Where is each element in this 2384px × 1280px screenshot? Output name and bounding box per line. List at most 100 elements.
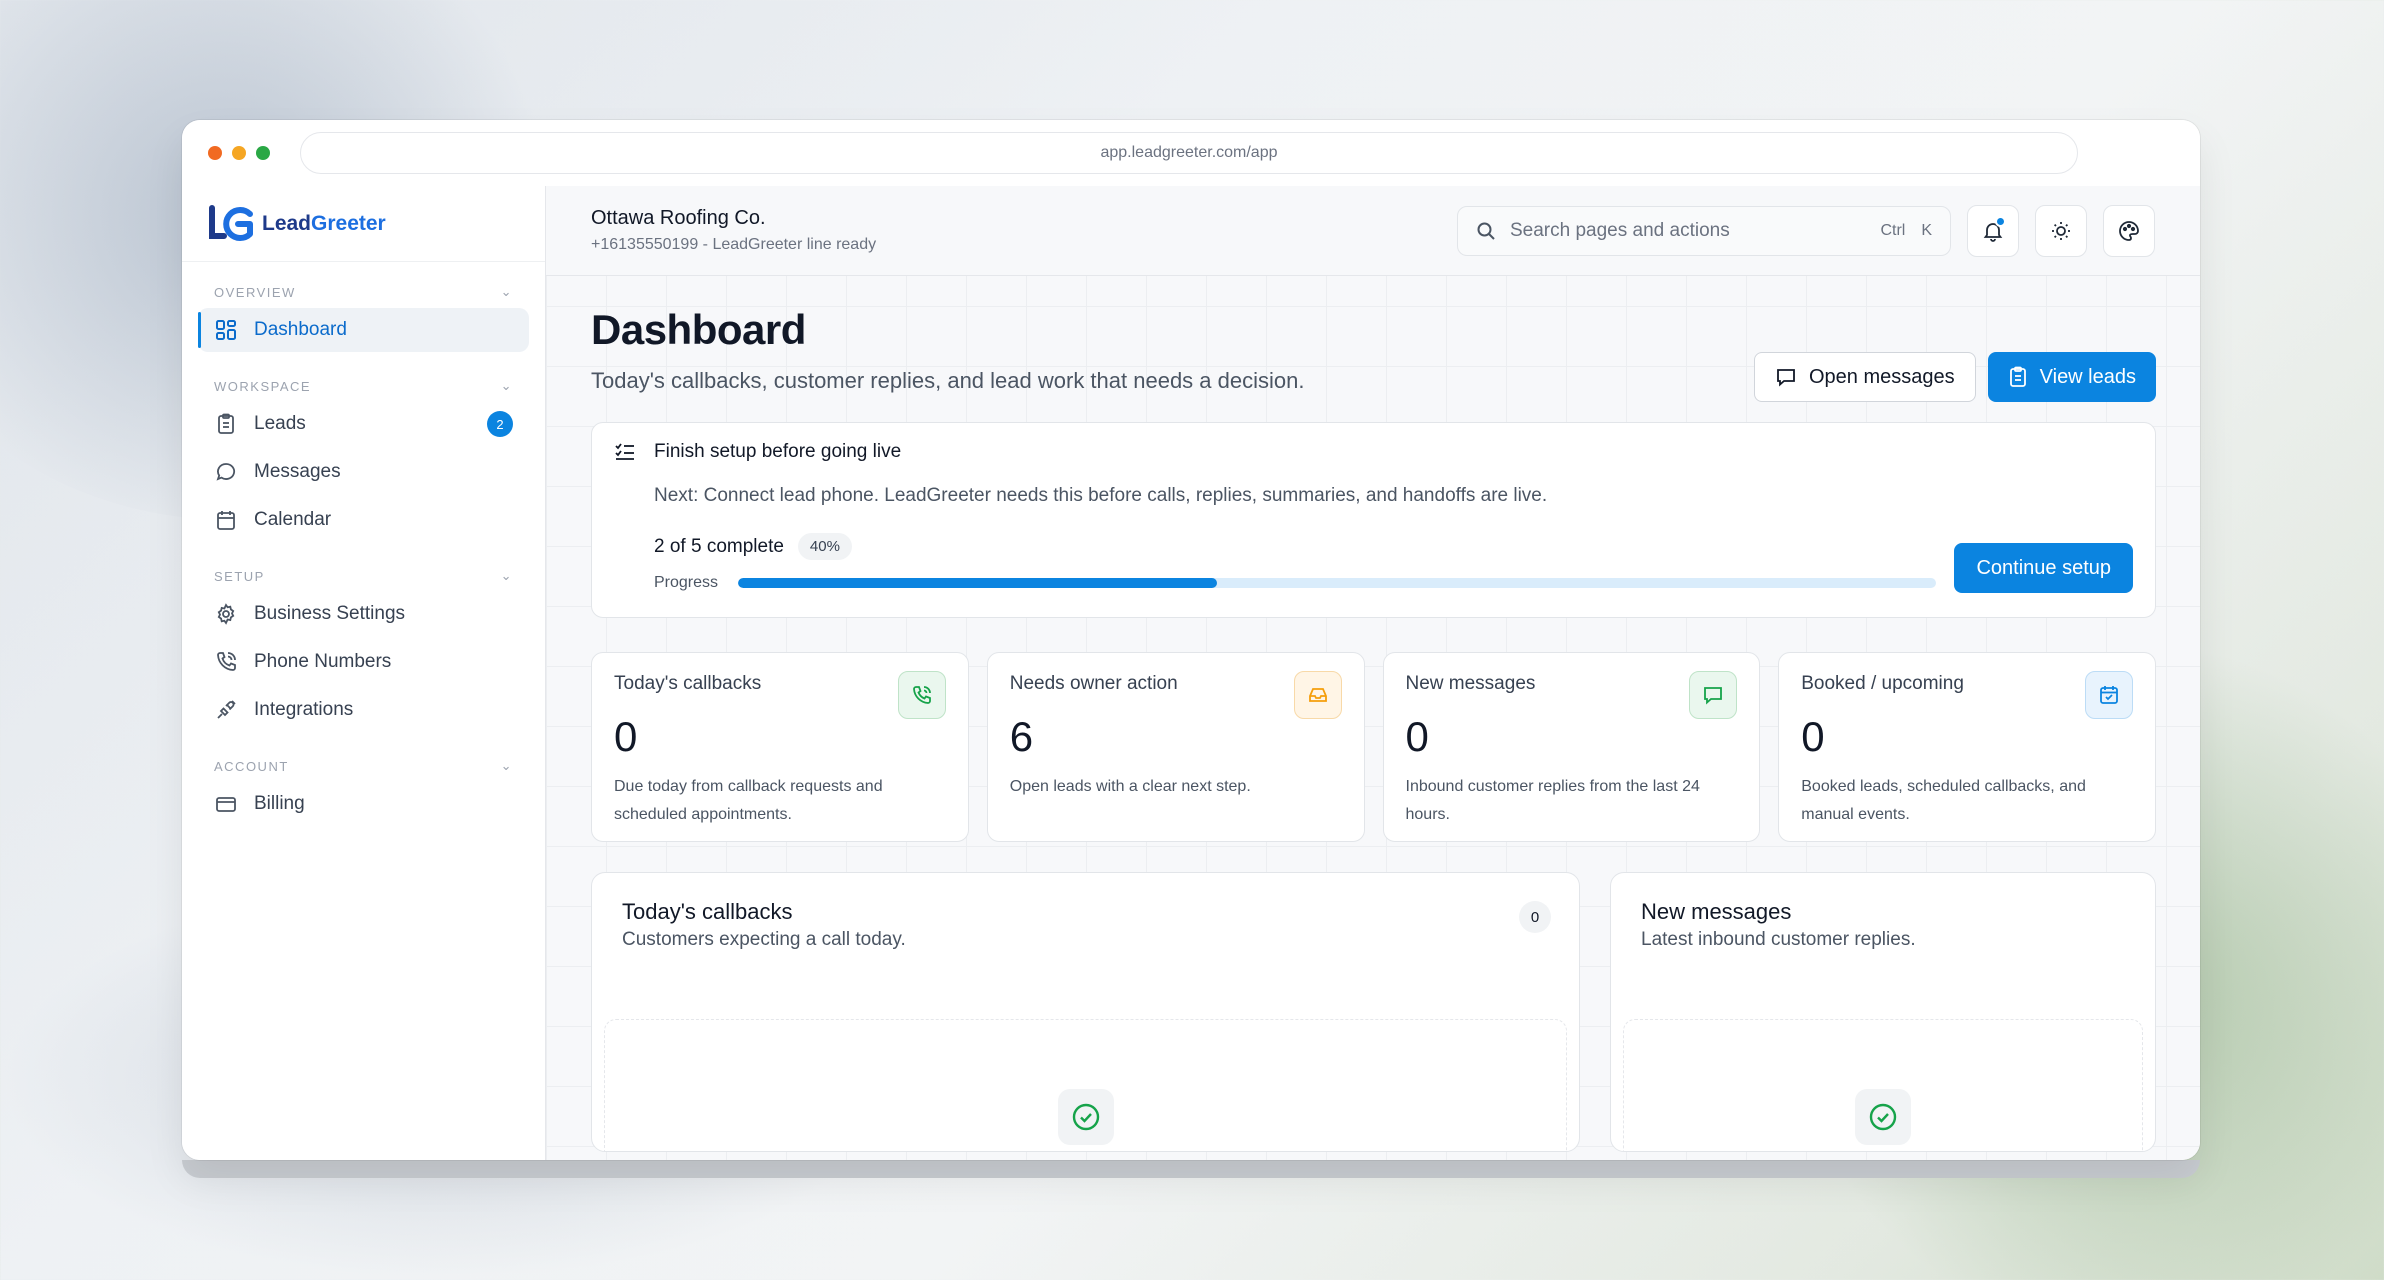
grid-icon	[214, 318, 238, 342]
search-icon	[1476, 221, 1496, 241]
theme-toggle-button[interactable]	[2035, 204, 2087, 257]
stat-label: New messages	[1405, 673, 1536, 694]
panel-subtitle: Customers expecting a call today.	[622, 929, 906, 950]
calendar-icon	[214, 508, 238, 532]
sidebar-item-integrations[interactable]: Integrations	[198, 688, 529, 732]
panels-row: Today's callbacks Customers expecting a …	[591, 872, 2156, 1152]
brand-name: LeadGreeter	[262, 211, 386, 235]
top-bar: Ottawa Roofing Co. +16135550199 - LeadGr…	[546, 186, 2200, 276]
checklist-icon	[614, 442, 636, 462]
sidebar-item-billing[interactable]: Billing	[198, 782, 529, 826]
message-icon	[1775, 366, 1797, 388]
stat-description: Inbound customer replies from the last 2…	[1405, 778, 1700, 823]
sidebar-item-leads[interactable]: Leads 2	[198, 402, 529, 446]
phone-icon	[214, 650, 238, 674]
section-overview[interactable]: OVERVIEW ⌄	[198, 262, 529, 308]
setup-card: Finish setup before going live Next: Con…	[591, 422, 2156, 618]
sidebar-item-label: Integrations	[254, 699, 354, 720]
section-account[interactable]: ACCOUNT ⌄	[198, 736, 529, 782]
credit-card-icon	[214, 792, 238, 816]
stat-description: Open leads with a clear next step.	[1009, 778, 1251, 795]
chevron-down-icon: ⌄	[500, 284, 513, 299]
brand-logo[interactable]: LeadGreeter	[182, 186, 545, 262]
sidebar-item-dashboard[interactable]: Dashboard	[198, 308, 529, 352]
address-bar[interactable]: app.leadgreeter.com/app	[300, 132, 2078, 174]
setup-complete-text: 2 of 5 complete	[654, 535, 784, 557]
open-messages-button[interactable]: Open messages	[1754, 352, 1976, 402]
close-dot[interactable]	[208, 146, 222, 160]
sidebar-item-phone-numbers[interactable]: Phone Numbers	[198, 640, 529, 684]
section-title: ACCOUNT	[214, 758, 289, 774]
message-square-icon	[1689, 671, 1738, 719]
sidebar-item-messages[interactable]: Messages	[198, 450, 529, 494]
callbacks-count: 0	[1519, 901, 1551, 933]
leads-count-badge: 2	[487, 411, 513, 437]
stat-description: Booked leads, scheduled callbacks, and m…	[1801, 778, 2086, 823]
stat-value: 0	[1801, 713, 1825, 760]
palette-button[interactable]	[2103, 204, 2155, 257]
search-input[interactable]: Search pages and actions Ctrl K	[1457, 205, 1951, 256]
sun-icon	[2050, 220, 2072, 242]
stat-label: Today's callbacks	[614, 673, 762, 694]
stat-label: Needs owner action	[1009, 673, 1178, 694]
stat-value: 0	[614, 713, 638, 760]
panel-title: New messages	[1641, 899, 1792, 924]
section-title: OVERVIEW	[214, 284, 296, 300]
button-label: View leads	[2039, 365, 2136, 388]
stat-card-booked[interactable]: Booked / upcoming 0 Booked leads, schedu…	[1778, 652, 2156, 842]
page-subtitle: Today's callbacks, customer replies, and…	[591, 368, 1305, 393]
inbox-icon	[1293, 671, 1342, 719]
sidebar: LeadGreeter OVERVIEW ⌄ Dashboard WORKSPA…	[182, 186, 546, 1160]
kbd-k: K	[1921, 221, 1932, 239]
check-circle-icon	[1057, 1089, 1114, 1145]
window-shadow	[182, 1160, 2200, 1178]
stat-card-callbacks[interactable]: Today's callbacks 0 Due today from callb…	[591, 652, 969, 842]
notification-dot	[1995, 215, 2006, 227]
minimize-dot[interactable]	[232, 146, 246, 160]
stat-card-new-messages[interactable]: New messages 0 Inbound customer replies …	[1382, 652, 1761, 842]
chevron-down-icon: ⌄	[500, 758, 513, 773]
section-title: WORKSPACE	[214, 378, 312, 394]
sidebar-item-label: Billing	[254, 793, 305, 814]
stat-card-owner-action[interactable]: Needs owner action 6 Open leads with a c…	[986, 652, 1365, 842]
browser-window: app.leadgreeter.com/app LeadGreeter OVER…	[182, 120, 2200, 1160]
continue-setup-button[interactable]: Continue setup	[1954, 543, 2133, 593]
page-title: Dashboard	[591, 306, 806, 353]
plug-icon	[214, 698, 238, 722]
business-info: Ottawa Roofing Co. +16135550199 - LeadGr…	[591, 207, 876, 254]
logo-icon	[208, 204, 256, 244]
panel-subtitle: Latest inbound customer replies.	[1641, 929, 1916, 950]
stats-row: Today's callbacks 0 Due today from callb…	[591, 652, 2156, 842]
sidebar-item-business-settings[interactable]: Business Settings	[198, 592, 529, 636]
browser-chrome: app.leadgreeter.com/app	[182, 120, 2200, 186]
business-name: Ottawa Roofing Co.	[591, 207, 766, 229]
notifications-button[interactable]	[1967, 204, 2019, 257]
sidebar-item-label: Messages	[254, 461, 341, 482]
section-setup[interactable]: SETUP ⌄	[198, 546, 529, 592]
section-title: SETUP	[214, 568, 265, 584]
check-circle-icon	[1855, 1089, 1911, 1145]
message-icon	[214, 460, 238, 484]
phone-call-icon	[897, 671, 946, 719]
setup-title: Finish setup before going live	[654, 441, 902, 462]
view-leads-button[interactable]: View leads	[1987, 352, 2156, 402]
setup-percent-badge: 40%	[797, 533, 852, 560]
maximize-dot[interactable]	[256, 146, 270, 160]
stat-description: Due today from callback requests and sch…	[614, 778, 883, 823]
chevron-down-icon: ⌄	[500, 568, 513, 583]
sidebar-item-calendar[interactable]: Calendar	[198, 498, 529, 542]
button-label: Open messages	[1809, 365, 1955, 388]
chevron-down-icon: ⌄	[500, 378, 513, 393]
stat-value: 0	[1405, 713, 1429, 760]
section-workspace[interactable]: WORKSPACE ⌄	[198, 356, 529, 402]
stat-value: 6	[1009, 713, 1034, 760]
setup-next-step: Next: Connect lead phone. LeadGreeter ne…	[654, 485, 1548, 506]
calendar-check-icon	[2085, 671, 2133, 719]
sidebar-item-label: Leads	[254, 413, 306, 434]
business-line-status: +16135550199 - LeadGreeter line ready	[591, 236, 877, 253]
progress-fill	[738, 578, 1218, 588]
palette-icon	[2118, 220, 2140, 242]
stat-label: Booked / upcoming	[1801, 673, 1964, 694]
sidebar-item-label: Dashboard	[254, 319, 347, 340]
panel-title: Today's callbacks	[622, 899, 793, 924]
